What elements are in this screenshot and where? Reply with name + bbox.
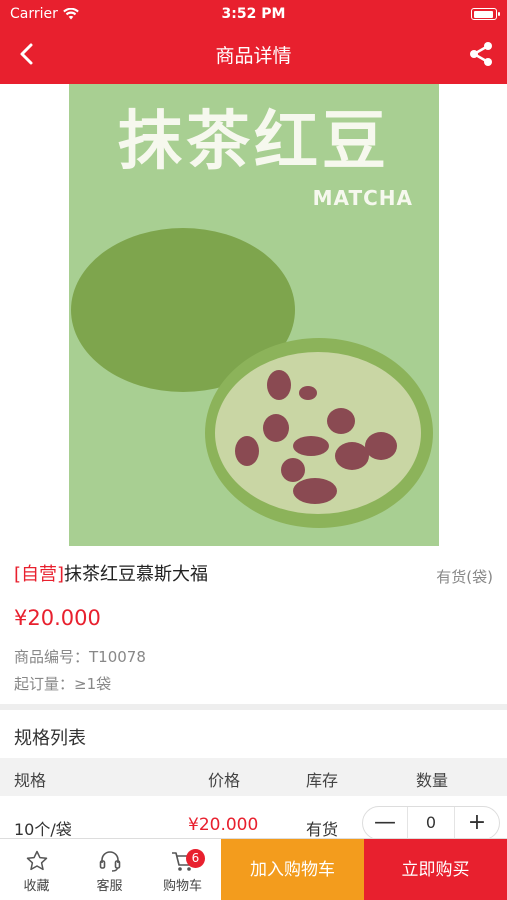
battery-icon [471, 8, 500, 20]
customer-service-label: 客服 [96, 879, 123, 894]
red-bean [293, 478, 337, 504]
product-code: 商品编号：T10078 [14, 648, 146, 666]
bottom-action-bar: 收藏 客服 购物车 6 加入购物车 立即购买 [0, 838, 507, 900]
product-image-sub-text: MATCHA [312, 186, 413, 210]
red-bean [281, 458, 305, 482]
page-title: 商品详情 [215, 45, 292, 67]
quantity-input[interactable]: 0 [407, 807, 455, 839]
product-price: ¥20.000 [14, 606, 101, 630]
favorite-button[interactable]: 收藏 [0, 839, 73, 900]
product-image-brand-text: 抹茶红豆 [118, 105, 390, 179]
navbar: 商品详情 [0, 30, 507, 78]
share-icon[interactable] [467, 40, 495, 68]
decrease-button[interactable]: — [363, 808, 407, 838]
star-icon [26, 850, 47, 871]
spec-stock: 有货 [306, 820, 339, 839]
status-time: 3:52 PM [221, 6, 286, 22]
mochi-filling [215, 352, 421, 514]
min-order-quantity: 起订量：≥1袋 [14, 675, 112, 693]
red-bean [235, 436, 259, 466]
product-image[interactable]: 抹茶红豆 MATCHA [69, 84, 439, 546]
red-bean [267, 370, 291, 400]
product-title: [自营]抹茶红豆慕斯大福 [14, 560, 208, 586]
cart-button[interactable]: 购物车 6 [146, 839, 219, 900]
quantity-stepper: — 0 + [362, 806, 500, 840]
increase-button[interactable]: + [455, 808, 499, 838]
mochi-cut [205, 338, 433, 528]
spec-header-price: 价格 [208, 771, 241, 790]
spec-table-header: 规格 价格 库存 数量 [0, 758, 507, 796]
spec-price: ¥20.000 [188, 815, 259, 835]
stock-status: 有货(袋) [436, 568, 493, 586]
status-bar: Carrier 3:52 PM [0, 0, 507, 28]
buy-now-button[interactable]: 立即购买 [364, 839, 507, 900]
spec-list-title: 规格列表 [14, 728, 86, 749]
red-bean [335, 442, 369, 470]
spec-header-spec: 规格 [14, 771, 47, 790]
red-bean [365, 432, 397, 460]
favorite-label: 收藏 [23, 879, 50, 894]
spec-header-stock: 库存 [306, 771, 339, 790]
red-bean [293, 436, 329, 456]
cart-label: 购物车 [162, 879, 202, 894]
red-bean [327, 408, 355, 434]
spec-value: 10个/袋 [14, 820, 72, 839]
spec-header-quantity: 数量 [416, 771, 449, 790]
add-to-cart-button[interactable]: 加入购物车 [221, 839, 364, 900]
customer-service-button[interactable]: 客服 [73, 839, 146, 900]
red-bean [299, 386, 317, 400]
self-operated-tag: [自营] [14, 564, 65, 585]
section-divider [0, 704, 507, 710]
header: Carrier 3:52 PM 商品详情 [0, 0, 507, 84]
red-bean [263, 414, 289, 442]
product-name: 抹茶红豆慕斯大福 [64, 564, 209, 585]
headset-icon [99, 851, 120, 872]
cart-count-badge: 6 [186, 849, 205, 868]
